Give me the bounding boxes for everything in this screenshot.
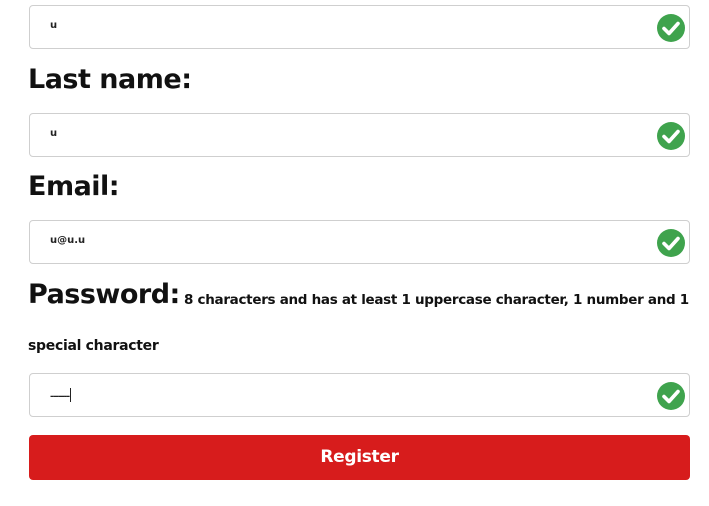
last-name-label: Last name: — [28, 64, 192, 95]
password-masked-value: ------- — [50, 392, 70, 402]
check-circle-icon — [657, 382, 685, 410]
last-name-value: u — [50, 128, 58, 139]
email-label: Email: — [28, 171, 120, 202]
password-field[interactable]: ------- — [29, 373, 690, 417]
password-hint-line2: special character — [28, 338, 159, 354]
check-circle-icon — [657, 14, 685, 42]
text-cursor — [70, 388, 72, 402]
registration-form: u Last name: u Email: u@u.u Password: 8 … — [0, 0, 709, 506]
register-button[interactable]: Register — [29, 435, 690, 480]
password-label: Password: — [28, 279, 180, 310]
first-name-field[interactable]: u — [29, 5, 690, 49]
password-hint-line1: 8 characters and has at least 1 uppercas… — [184, 292, 689, 308]
first-name-value: u — [50, 20, 58, 31]
last-name-field[interactable]: u — [29, 113, 690, 157]
email-field[interactable]: u@u.u — [29, 220, 690, 264]
email-value: u@u.u — [50, 235, 86, 246]
check-circle-icon — [657, 229, 685, 257]
check-circle-icon — [657, 122, 685, 150]
password-value-wrap: ------- — [50, 388, 72, 404]
